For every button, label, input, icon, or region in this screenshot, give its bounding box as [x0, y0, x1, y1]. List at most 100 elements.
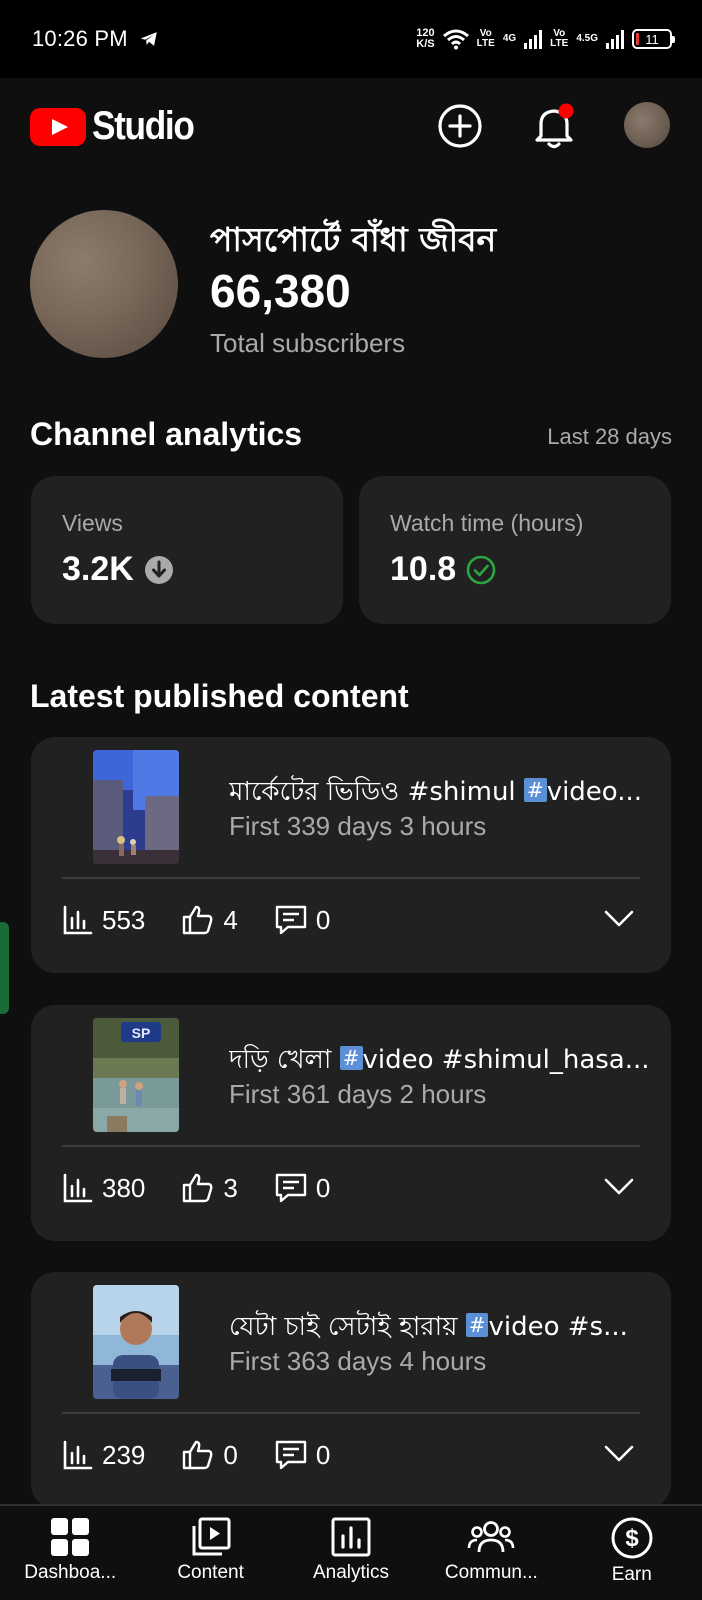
channel-name: পাসপোর্টে বাঁধা জীবন	[210, 220, 497, 259]
watch-time-label: Watch time (hours)	[390, 510, 584, 536]
content-subtitle: First 363 days 4 hours	[229, 1346, 487, 1376]
comment-icon	[275, 1173, 307, 1203]
watch-time-value: 10.8	[390, 550, 457, 588]
signal-icon-1	[524, 29, 543, 49]
hashtag-emoji: #	[339, 1046, 363, 1070]
likes-stat: 0	[181, 1438, 238, 1472]
content-subtitle: First 361 days 2 hours	[229, 1079, 487, 1109]
svg-text:$: $	[625, 1525, 639, 1552]
content-icon	[192, 1517, 231, 1556]
network-speed: 120 K/S	[416, 27, 435, 50]
add-circle-icon	[438, 104, 482, 148]
youtube-play-icon	[30, 107, 86, 146]
views-stat: 553	[62, 904, 145, 936]
comments-stat: 0	[274, 1171, 330, 1205]
divider	[62, 1145, 640, 1147]
check-circle-icon	[466, 555, 496, 584]
hashtag-emoji: #	[523, 778, 547, 802]
nav-community[interactable]: Commun...	[421, 1506, 561, 1600]
channel-avatar[interactable]	[30, 210, 178, 358]
nav-analytics-label: Analytics	[312, 1562, 389, 1583]
channel-analytics-title: Channel analytics	[30, 416, 303, 452]
latest-content-title: Latest published content	[30, 678, 409, 714]
views-card[interactable]: Views 3.2K	[31, 476, 343, 624]
content-title: দড়ি খেলা # video #shimul_hasa...	[229, 1045, 650, 1075]
nav-content[interactable]: Content	[140, 1506, 280, 1600]
app-header: Studio	[0, 78, 702, 174]
chevron-down-icon[interactable]	[603, 1442, 635, 1466]
nav-community-label: Commun...	[444, 1562, 538, 1583]
content-stats: 553 4 0	[62, 903, 366, 937]
svg-text:SP: SP	[132, 1025, 151, 1041]
divider	[62, 877, 640, 879]
divider	[62, 1412, 640, 1414]
watch-time-value-row: 10.8	[390, 550, 496, 589]
comments-stat: 0	[274, 903, 330, 937]
subscriber-label: Total subscribers	[210, 328, 406, 358]
content-stats: 380 3 0	[62, 1171, 366, 1205]
down-arrow-icon	[144, 555, 173, 584]
chevron-down-icon[interactable]	[603, 907, 635, 931]
video-thumbnail[interactable]	[93, 750, 179, 864]
comment-icon	[275, 1440, 307, 1470]
video-thumbnail[interactable]	[93, 1285, 179, 1399]
views-value: 3.2K	[62, 550, 134, 588]
chevron-down-icon[interactable]	[603, 1175, 635, 1199]
nav-content-label: Content	[177, 1562, 244, 1583]
hashtag-emoji: #	[465, 1313, 489, 1337]
nav-dashboard-label: Dashboa...	[24, 1562, 117, 1583]
account-avatar[interactable]	[624, 102, 670, 148]
signal-icon-2	[606, 29, 624, 49]
dashboard-icon	[51, 1518, 90, 1556]
battery-level: 11	[645, 31, 659, 47]
subscriber-count: 66,380	[210, 265, 351, 317]
bottom-navigation: Dashboa... Content Analytics Commun... $…	[0, 1504, 702, 1600]
analytics-period: Last 28 days	[547, 424, 672, 449]
likes-stat: 3	[181, 1171, 238, 1205]
create-button[interactable]	[436, 102, 484, 150]
analytics-icon	[331, 1517, 371, 1557]
video-thumbnail[interactable]: SP	[93, 1018, 179, 1132]
content-item[interactable]: যেটা চাই সেটাই হারায় # video #s... First…	[31, 1272, 671, 1508]
content-subtitle: First 339 days 3 hours	[229, 811, 487, 841]
content-item[interactable]: SP দড়ি খেলা # video #shimul_hasa... Firs…	[31, 1005, 671, 1241]
watch-time-card[interactable]: Watch time (hours) 10.8	[359, 476, 671, 624]
content-item[interactable]: মার্কেটের ভিডিও #shimul # video... First …	[31, 737, 671, 973]
wifi-icon	[442, 29, 469, 50]
bar-chart-icon	[63, 1173, 93, 1203]
views-label: Views	[62, 510, 123, 536]
thumbs-up-icon	[183, 1440, 213, 1470]
volte-indicator-1: Vo LTE	[476, 28, 495, 49]
comment-icon	[275, 905, 307, 935]
views-value-row: 3.2K	[62, 550, 174, 589]
status-indicators: 120 K/S Vo LTE 4G Vo LTE 4.5G 11	[416, 27, 675, 50]
channel-info: পাসপোর্টে বাঁধা জীবন 66,380 Total subscr…	[30, 210, 680, 360]
network-type-45g: 4.5G	[576, 33, 598, 44]
comments-stat: 0	[274, 1438, 330, 1472]
nav-dashboard[interactable]: Dashboa...	[0, 1506, 140, 1600]
earn-icon: $	[611, 1517, 653, 1559]
likes-stat: 4	[181, 903, 238, 937]
thumbs-up-icon	[183, 905, 213, 935]
telegram-icon	[140, 32, 157, 46]
bar-chart-icon	[63, 1440, 93, 1470]
bell-icon	[535, 103, 574, 149]
battery-icon: 11	[632, 29, 675, 49]
side-handle[interactable]	[0, 922, 9, 1014]
notifications-button[interactable]	[530, 102, 578, 150]
thumbs-up-icon	[183, 1173, 213, 1203]
content-stats: 239 0 0	[62, 1438, 366, 1472]
network-type-4g: 4G	[502, 33, 517, 44]
bar-chart-icon	[63, 905, 93, 935]
views-stat: 239	[62, 1439, 145, 1471]
logo-text: Studio	[92, 104, 195, 148]
nav-analytics[interactable]: Analytics	[281, 1506, 421, 1600]
community-icon	[468, 1521, 515, 1553]
content-title: যেটা চাই সেটাই হারায় # video #s...	[229, 1312, 628, 1342]
content-title: মার্কেটের ভিডিও #shimul # video...	[229, 777, 643, 807]
nav-earn-label: Earn	[611, 1564, 652, 1585]
views-stat: 380	[62, 1172, 145, 1204]
studio-logo[interactable]: Studio	[30, 104, 207, 149]
nav-earn[interactable]: $ Earn	[562, 1506, 702, 1600]
volte-indicator-2: Vo LTE	[550, 28, 569, 49]
